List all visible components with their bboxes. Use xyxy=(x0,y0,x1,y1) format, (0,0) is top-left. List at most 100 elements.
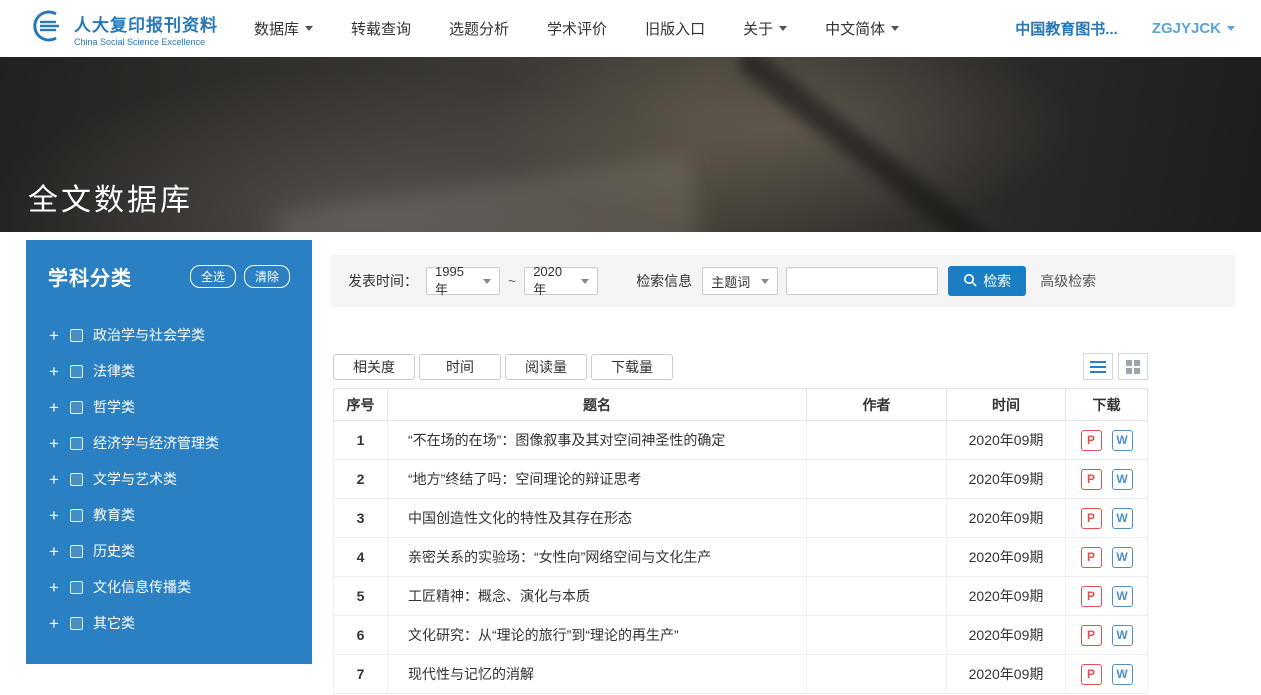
category-checkbox[interactable] xyxy=(70,329,83,342)
search-field-value: 主题词 xyxy=(711,272,750,291)
pdf-download-icon[interactable]: P xyxy=(1081,625,1102,646)
article-time: 2020年09期 xyxy=(947,499,1066,538)
org-link[interactable]: 中国教育图书... xyxy=(1015,18,1118,39)
nav-item-reprint-query[interactable]: 转载查询 xyxy=(351,18,411,39)
category-label: 哲学类 xyxy=(93,397,135,417)
article-title-link[interactable]: 文化研究：从“理论的旅行”到“理论的再生产” xyxy=(388,616,807,655)
expand-plus-icon[interactable]: + xyxy=(48,507,60,524)
table-row: 2 “地方”终结了吗：空间理论的辩证思考 2020年09期 P W xyxy=(333,460,1148,499)
sidebar-item-culture-media[interactable]: + 文化信息传播类 xyxy=(48,569,290,605)
logo-icon xyxy=(26,9,66,48)
chevron-down-icon xyxy=(483,279,491,284)
download-cell: P W xyxy=(1066,499,1148,538)
word-download-icon[interactable]: W xyxy=(1112,430,1133,451)
article-title-link[interactable]: 现代性与记忆的消解 xyxy=(388,655,807,694)
search-field-select[interactable]: 主题词 xyxy=(702,267,778,295)
sidebar-item-politics-sociology[interactable]: + 政治学与社会学类 xyxy=(48,317,290,353)
category-checkbox[interactable] xyxy=(70,401,83,414)
nav-item-old-version[interactable]: 旧版入口 xyxy=(645,18,705,39)
subject-category-sidebar: 学科分类 全选 清除 + 政治学与社会学类 + 法律类 + 哲学类 xyxy=(26,240,312,664)
account-menu[interactable]: ZGJYJCK xyxy=(1152,20,1235,37)
word-download-icon[interactable]: W xyxy=(1112,469,1133,490)
chevron-down-icon xyxy=(761,279,769,284)
category-checkbox[interactable] xyxy=(70,581,83,594)
nav-item-about[interactable]: 关于 xyxy=(743,18,787,39)
word-download-icon[interactable]: W xyxy=(1112,547,1133,568)
expand-plus-icon[interactable]: + xyxy=(48,327,60,344)
word-download-icon[interactable]: W xyxy=(1112,664,1133,685)
article-title-link[interactable]: “地方”终结了吗：空间理论的辩证思考 xyxy=(388,460,807,499)
nav-item-database[interactable]: 数据库 xyxy=(254,18,313,39)
expand-plus-icon[interactable]: + xyxy=(48,435,60,452)
logo-subtitle: China Social Science Excellence xyxy=(74,37,218,47)
word-download-icon[interactable]: W xyxy=(1112,625,1133,646)
sidebar-item-economics[interactable]: + 经济学与经济管理类 xyxy=(48,425,290,461)
table-header-row: 序号 题名 作者 时间 下载 xyxy=(333,388,1148,421)
expand-plus-icon[interactable]: + xyxy=(48,579,60,596)
sidebar-item-education[interactable]: + 教育类 xyxy=(48,497,290,533)
list-view-button[interactable] xyxy=(1083,353,1113,380)
pdf-download-icon[interactable]: P xyxy=(1081,586,1102,607)
search-button[interactable]: 检索 xyxy=(948,266,1026,296)
category-label: 教育类 xyxy=(93,505,135,525)
article-time: 2020年09期 xyxy=(947,577,1066,616)
expand-plus-icon[interactable]: + xyxy=(48,543,60,560)
sidebar-item-law[interactable]: + 法律类 xyxy=(48,353,290,389)
category-checkbox[interactable] xyxy=(70,617,83,630)
site-logo[interactable]: 人大复印报刊资料 China Social Science Excellence xyxy=(26,9,218,48)
col-header-time: 时间 xyxy=(947,389,1066,421)
word-download-icon[interactable]: W xyxy=(1112,586,1133,607)
clear-button[interactable]: 清除 xyxy=(244,265,290,288)
category-checkbox[interactable] xyxy=(70,365,83,378)
year-from-value: 1995年 xyxy=(435,264,475,298)
advanced-search-link[interactable]: 高级检索 xyxy=(1040,271,1096,291)
view-toggle xyxy=(1083,353,1148,380)
sidebar-item-literature-art[interactable]: + 文学与艺术类 xyxy=(48,461,290,497)
article-title-link[interactable]: 中国创造性文化的特性及其存在形态 xyxy=(388,499,807,538)
expand-plus-icon[interactable]: + xyxy=(48,471,60,488)
nav-item-reprint-label: 转载查询 xyxy=(351,18,411,39)
hero-banner: 全文数据库 xyxy=(0,57,1261,232)
account-name: ZGJYJCK xyxy=(1152,20,1221,37)
article-time: 2020年09期 xyxy=(947,616,1066,655)
expand-plus-icon[interactable]: + xyxy=(48,615,60,632)
pdf-download-icon[interactable]: P xyxy=(1081,664,1102,685)
sidebar-item-history[interactable]: + 历史类 xyxy=(48,533,290,569)
col-header-no: 序号 xyxy=(333,389,388,421)
expand-plus-icon[interactable]: + xyxy=(48,363,60,380)
nav-right: 中国教育图书... ZGJYJCK xyxy=(1015,18,1235,39)
category-checkbox[interactable] xyxy=(70,545,83,558)
expand-plus-icon[interactable]: + xyxy=(48,399,60,416)
year-to-select[interactable]: 2020年 xyxy=(524,267,598,295)
year-from-select[interactable]: 1995年 xyxy=(426,267,500,295)
search-input[interactable] xyxy=(786,267,938,295)
category-label: 政治学与社会学类 xyxy=(93,325,205,345)
word-download-icon[interactable]: W xyxy=(1112,508,1133,529)
pdf-download-icon[interactable]: P xyxy=(1081,508,1102,529)
sidebar-item-others[interactable]: + 其它类 xyxy=(48,605,290,641)
grid-view-button[interactable] xyxy=(1118,353,1148,380)
category-checkbox[interactable] xyxy=(70,509,83,522)
article-title-link[interactable]: “不在场的在场”：图像叙事及其对空间神圣性的确定 xyxy=(388,421,807,460)
col-header-author: 作者 xyxy=(807,389,947,421)
sort-time-button[interactable]: 时间 xyxy=(419,354,501,380)
category-list: + 政治学与社会学类 + 法律类 + 哲学类 + 经济学与经济管理类 + xyxy=(48,317,290,641)
nav-item-topic-analysis[interactable]: 选题分析 xyxy=(449,18,509,39)
category-checkbox[interactable] xyxy=(70,473,83,486)
pdf-download-icon[interactable]: P xyxy=(1081,469,1102,490)
article-title-link[interactable]: 工匠精神：概念、演化与本质 xyxy=(388,577,807,616)
article-title-link[interactable]: 亲密关系的实验场：“女性向”网络空间与文化生产 xyxy=(388,538,807,577)
sort-reads-button[interactable]: 阅读量 xyxy=(505,354,587,380)
row-number: 6 xyxy=(333,616,388,655)
select-all-button[interactable]: 全选 xyxy=(190,265,236,288)
sidebar-item-philosophy[interactable]: + 哲学类 xyxy=(48,389,290,425)
sort-relevance-button[interactable]: 相关度 xyxy=(333,354,415,380)
row-number: 1 xyxy=(333,421,388,460)
sort-downloads-button[interactable]: 下载量 xyxy=(591,354,673,380)
nav-item-language[interactable]: 中文简体 xyxy=(825,18,899,39)
nav-item-academic-evaluation[interactable]: 学术评价 xyxy=(547,18,607,39)
pdf-download-icon[interactable]: P xyxy=(1081,430,1102,451)
category-checkbox[interactable] xyxy=(70,437,83,450)
category-label: 文化信息传播类 xyxy=(93,577,191,597)
pdf-download-icon[interactable]: P xyxy=(1081,547,1102,568)
